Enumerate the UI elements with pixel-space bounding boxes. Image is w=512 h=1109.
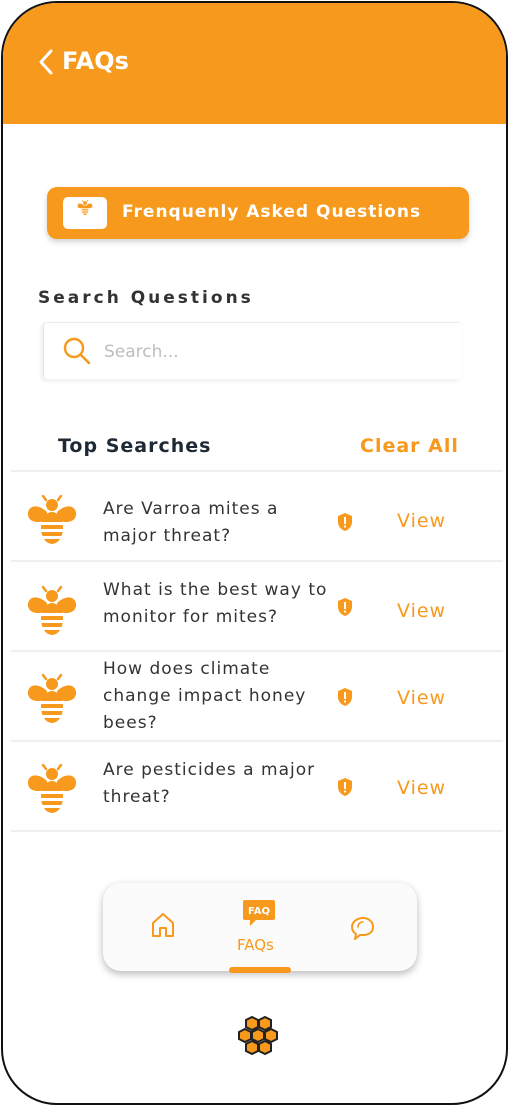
chat-icon[interactable] xyxy=(349,915,375,941)
banner-icon-box xyxy=(63,197,107,229)
active-tab-indicator xyxy=(229,967,291,973)
shield-alert-icon xyxy=(336,512,354,532)
search-icon xyxy=(63,337,91,365)
view-button[interactable]: View xyxy=(397,510,446,532)
list-item[interactable]: Are pesticides a major threat? View xyxy=(11,740,503,832)
view-button[interactable]: View xyxy=(397,600,446,622)
bee-icon xyxy=(27,495,77,547)
question-text: What is the best way to monitor for mite… xyxy=(103,580,328,627)
search-box[interactable] xyxy=(43,322,462,379)
search-label: Search Questions xyxy=(38,288,254,308)
home-icon[interactable] xyxy=(149,911,177,939)
nav-faqs-label[interactable]: FAQs xyxy=(237,936,274,954)
bee-icon xyxy=(27,586,77,638)
bottom-nav: FAQ FAQs xyxy=(103,883,417,973)
chevron-left-icon[interactable] xyxy=(35,47,57,77)
shield-alert-icon xyxy=(336,777,354,797)
faq-banner[interactable]: Frenquenly Asked Questions xyxy=(47,187,469,239)
phone-frame: FAQs Frenquenly Asked Questions Search Q… xyxy=(1,1,508,1105)
view-button[interactable]: View xyxy=(397,777,446,799)
top-searches-title: Top Searches xyxy=(58,435,212,457)
bee-icon xyxy=(27,674,77,726)
question-text: Are pesticides a major threat? xyxy=(103,760,316,807)
question-text: Are Varroa mites a major threat? xyxy=(103,499,279,546)
search-input[interactable] xyxy=(102,337,436,367)
list-item[interactable]: Are Varroa mites a major threat? View xyxy=(11,470,503,560)
view-button[interactable]: View xyxy=(397,687,446,709)
shield-alert-icon xyxy=(336,687,354,707)
app-header: FAQs xyxy=(3,3,506,124)
page-title: FAQs xyxy=(62,47,129,75)
question-text: How does climate change impact honey bee… xyxy=(103,659,307,733)
faq-bubble-icon[interactable]: FAQ xyxy=(242,899,276,927)
list-item[interactable]: How does climate change impact honey bee… xyxy=(11,650,503,740)
bee-icon xyxy=(27,764,77,816)
bee-icon xyxy=(63,197,107,229)
clear-all-button[interactable]: Clear All xyxy=(360,435,459,457)
faq-icon-text: FAQ xyxy=(248,906,270,917)
honeycomb-icon xyxy=(238,1015,278,1056)
banner-label: Frenquenly Asked Questions xyxy=(122,202,422,222)
shield-alert-icon xyxy=(336,597,354,617)
top-searches-list: Are Varroa mites a major threat? View Wh… xyxy=(11,470,503,832)
list-item[interactable]: What is the best way to monitor for mite… xyxy=(11,560,503,650)
